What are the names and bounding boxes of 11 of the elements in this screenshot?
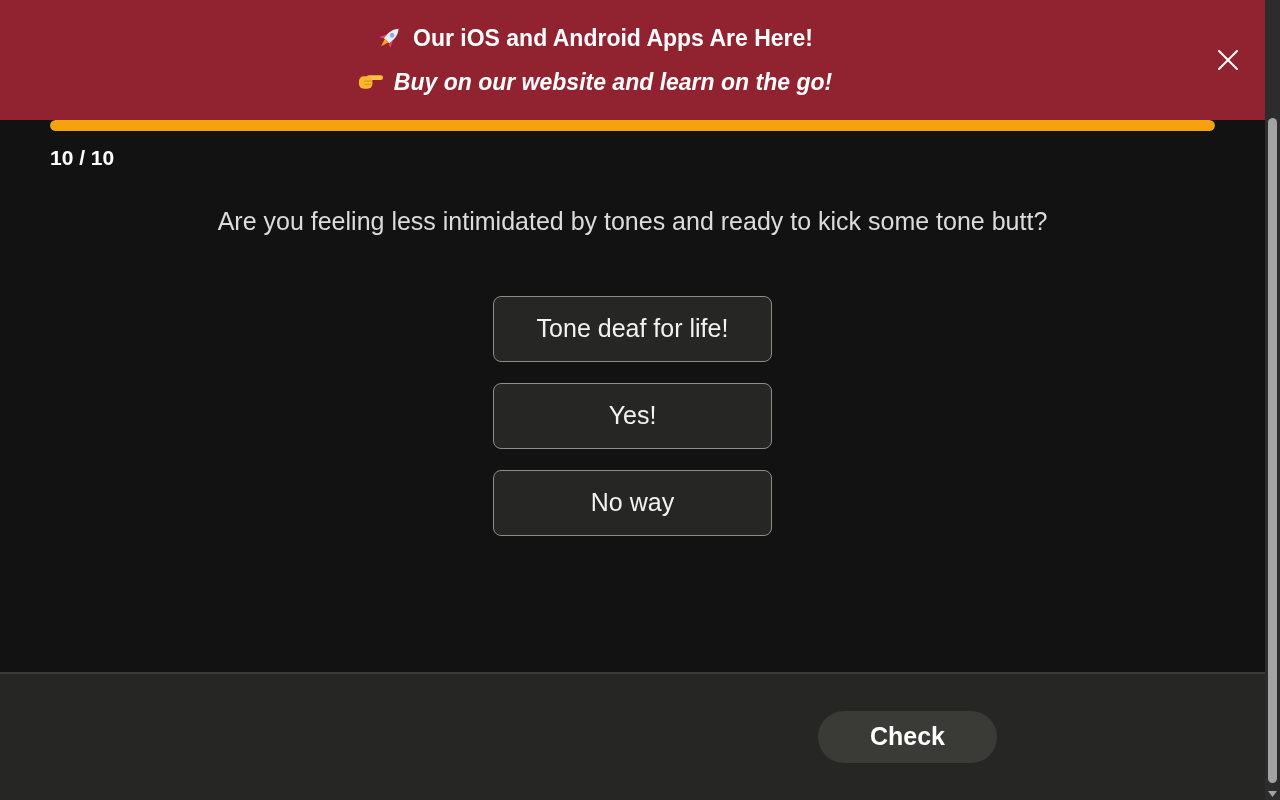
- question-text: Are you feeling less intimidated by tones and ready to kick some tone butt?: [217, 206, 1048, 237]
- banner-subline: Buy on our website and learn on the go!: [393, 67, 833, 97]
- answer-option[interactable]: No way: [493, 470, 772, 536]
- answer-option[interactable]: Yes!: [493, 383, 772, 449]
- banner-headline: Our iOS and Android Apps Are Here!: [413, 23, 813, 53]
- scroll-down-arrow-icon[interactable]: [1268, 791, 1277, 797]
- close-icon: [1217, 50, 1238, 70]
- scrollbar-thumb[interactable]: [1268, 118, 1277, 783]
- answer-option[interactable]: Tone deaf for life!: [493, 296, 772, 362]
- question-counter: 10 / 10: [50, 146, 115, 170]
- scrollbar[interactable]: [1265, 0, 1280, 800]
